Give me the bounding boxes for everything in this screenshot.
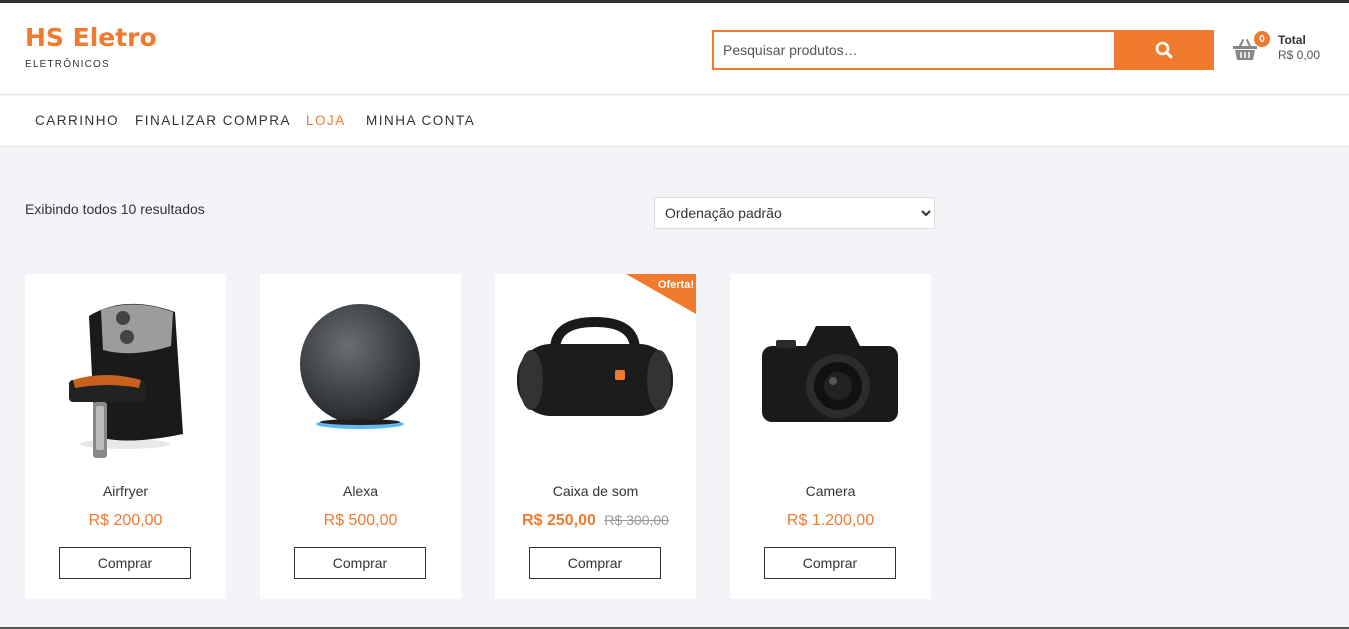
- product-price: R$ 200,00: [88, 512, 163, 529]
- product-price: R$ 1.200,00: [786, 512, 875, 529]
- product-name[interactable]: Caixa de som: [495, 483, 696, 499]
- cart-total-value: R$ 0,00: [1278, 48, 1321, 62]
- product-name[interactable]: Alexa: [260, 483, 461, 499]
- sale-badge-label: Oferta!: [657, 279, 694, 291]
- buy-button[interactable]: Comprar: [59, 547, 191, 579]
- buy-button[interactable]: Comprar: [529, 547, 661, 579]
- camera-image: [762, 326, 898, 422]
- product-price: R$ 500,00: [323, 512, 398, 529]
- site-header: HS Eletro ELETRÔNICOS 0 Total R$ 0,00: [0, 3, 1349, 95]
- product-card-caixa-de-som: Oferta! Caixa de som R$ 250,00 R$ 300,00…: [495, 274, 696, 599]
- ordering-select[interactable]: Ordenação padrão: [654, 197, 935, 229]
- site-title[interactable]: HS Eletro: [25, 23, 157, 52]
- product-card-airfryer: Airfryer R$ 200,00 Comprar: [25, 274, 226, 599]
- product-card-alexa: Alexa R$ 500,00 Comprar: [260, 274, 461, 599]
- product-price-old: R$ 300,00: [604, 512, 669, 528]
- buy-button[interactable]: Comprar: [764, 547, 896, 579]
- cart-total-label: Total: [1278, 33, 1306, 47]
- primary-nav: CARRINHO FINALIZAR COMPRA LOJA MINHA CON…: [0, 96, 1349, 147]
- site-tagline: ELETRÔNICOS: [25, 59, 110, 70]
- cart-count-badge: 0: [1254, 31, 1270, 47]
- search-input[interactable]: [712, 30, 1114, 70]
- search-icon: [1155, 41, 1173, 59]
- search-form: [712, 30, 1214, 70]
- nav-item-carrinho[interactable]: CARRINHO: [35, 113, 119, 128]
- header-cart[interactable]: 0 Total R$ 0,00: [1232, 31, 1337, 74]
- alexa-image: [300, 304, 420, 429]
- airfryer-image: [69, 303, 183, 458]
- nav-item-loja[interactable]: LOJA: [306, 113, 346, 128]
- result-count: Exibindo todos 10 resultados: [25, 201, 205, 217]
- nav-item-minha-conta[interactable]: MINHA CONTA: [366, 113, 475, 128]
- nav-item-finalizar-compra[interactable]: FINALIZAR COMPRA: [135, 113, 291, 128]
- product-name[interactable]: Camera: [730, 483, 931, 499]
- product-card-camera: Camera R$ 1.200,00 Comprar: [730, 274, 931, 599]
- product-price-sale: R$ 250,00: [522, 512, 596, 529]
- product-price-group: R$ 250,00 R$ 300,00: [495, 512, 696, 530]
- product-name[interactable]: Airfryer: [25, 483, 226, 499]
- sale-badge: Oferta!: [626, 274, 696, 314]
- search-button[interactable]: [1114, 30, 1214, 70]
- buy-button[interactable]: Comprar: [294, 547, 426, 579]
